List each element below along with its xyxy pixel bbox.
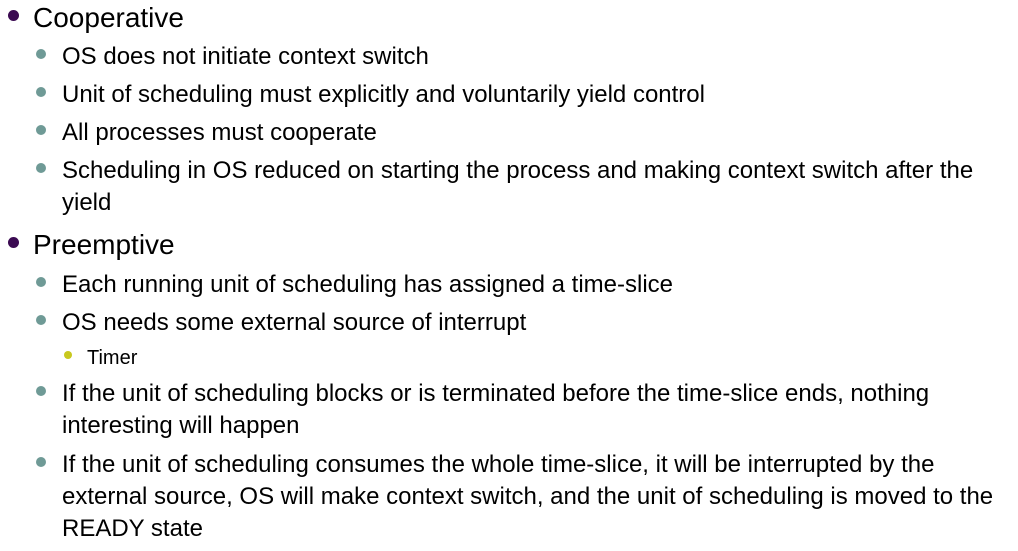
level2-bullet-icon xyxy=(36,87,46,97)
bullet-text: Each running unit of scheduling has assi… xyxy=(62,271,674,298)
bullet-item: Scheduling in OS reduced on starting the… xyxy=(36,155,997,219)
bullet-text: If the unit of scheduling blocks or is t… xyxy=(62,380,930,439)
level2-bullet-icon xyxy=(36,49,46,59)
bullet-text: Preemptive xyxy=(33,229,175,260)
bullet-item: Each running unit of scheduling has assi… xyxy=(36,269,1002,301)
bullet-text: If the unit of scheduling consumes the w… xyxy=(62,451,994,542)
level2-bullet-icon xyxy=(36,315,46,325)
bullet-text: Timer xyxy=(87,347,138,369)
bullet-item-preemptive: Preemptive xyxy=(8,229,993,261)
bullet-text: All processes must cooperate xyxy=(62,119,377,146)
bullet-item-cooperative: Cooperative xyxy=(8,2,993,34)
bullet-item: OS needs some external source of interru… xyxy=(36,307,1002,339)
level2-bullet-icon xyxy=(36,277,46,287)
level2-bullet-icon xyxy=(36,125,46,135)
level1-bullet-icon xyxy=(8,10,19,21)
bullet-item: Unit of scheduling must explicitly and v… xyxy=(36,79,1002,111)
bullet-item: Timer xyxy=(64,344,987,372)
bullet-text: Scheduling in OS reduced on starting the… xyxy=(62,157,974,216)
level3-bullet-icon xyxy=(64,351,72,359)
bullet-item: OS does not initiate context switch xyxy=(36,41,1002,73)
level2-bullet-icon xyxy=(36,386,46,396)
bullet-text: Unit of scheduling must explicitly and v… xyxy=(62,81,705,108)
bullet-text: Cooperative xyxy=(33,2,184,33)
level1-bullet-icon xyxy=(8,237,19,248)
level2-bullet-icon xyxy=(36,163,46,173)
bullet-item: All processes must cooperate xyxy=(36,117,1002,149)
bullet-text: OS needs some external source of interru… xyxy=(62,309,527,336)
bullet-item: If the unit of scheduling blocks or is t… xyxy=(36,378,987,442)
level2-bullet-icon xyxy=(36,457,46,467)
bullet-item: If the unit of scheduling consumes the w… xyxy=(36,449,1007,545)
bullet-text: OS does not initiate context switch xyxy=(62,43,429,70)
slide: Cooperative OS does not initiate context… xyxy=(0,0,1018,551)
